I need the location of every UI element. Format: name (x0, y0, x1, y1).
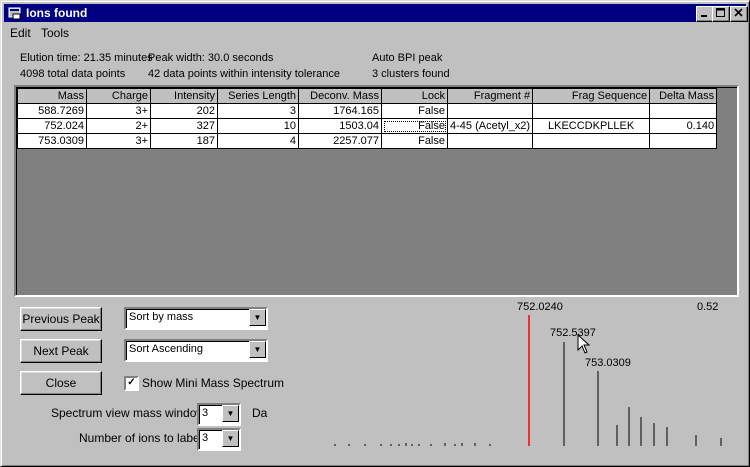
app-icon (8, 7, 21, 20)
maximize-button[interactable] (712, 6, 730, 22)
total-points-text: 4098 total data points (20, 68, 126, 80)
ions-grid[interactable]: Mass Charge Intensity Series Length Deco… (14, 85, 739, 297)
col-header-deconv-mass[interactable]: Deconv. Mass (298, 88, 382, 104)
window-title: Ions found (26, 6, 88, 20)
next-peak-button[interactable]: Next Peak (20, 339, 102, 363)
col-header-intensity[interactable]: Intensity (150, 88, 218, 104)
col-header-series-length[interactable]: Series Length (217, 88, 299, 104)
cell-delta-mass[interactable]: 0.140 (649, 118, 718, 134)
chevron-down-icon[interactable]: ▼ (249, 309, 266, 326)
cell-frag-sequence[interactable] (532, 103, 651, 119)
menu-bar: Edit Tools (4, 23, 746, 42)
cell-frag-sequence[interactable]: LKECCDKPLLEK (532, 118, 651, 134)
cell-lock[interactable]: False (381, 118, 448, 134)
maximize-icon (716, 8, 725, 17)
col-header-delta-mass[interactable]: Delta Mass (649, 88, 718, 104)
spectrum-corner-value: 0.52 (697, 301, 718, 313)
col-header-mass[interactable]: Mass (17, 88, 87, 104)
next-peak-label: Next Peak (33, 344, 89, 358)
show-mini-spectrum-label: Show Mini Mass Spectrum (142, 376, 285, 390)
table-row[interactable]: 752.024 2+ 327 10 1503.04 False 4-45 (Ac… (17, 118, 718, 134)
show-mini-spectrum-checkbox[interactable]: ✓ (124, 376, 139, 391)
ions-found-window: Ions found Edit Tools Elution time: 21.3… (0, 0, 750, 467)
cell-fragment[interactable]: 4-45 (Acetyl_x2) (446, 118, 534, 134)
cell-lock[interactable]: False (381, 103, 448, 119)
menu-edit[interactable]: Edit (10, 26, 31, 40)
close-button[interactable]: Close (20, 371, 102, 395)
cell-frag-sequence[interactable] (532, 133, 651, 149)
clusters-text: 3 clusters found (372, 68, 450, 80)
col-header-lock[interactable]: Lock (381, 88, 448, 104)
cell-intensity[interactable]: 202 (150, 103, 218, 119)
ions-to-label-label: Number of ions to label: (79, 431, 206, 445)
chevron-down-icon[interactable]: ▼ (222, 430, 239, 447)
ions-to-label-value: 3 (202, 432, 209, 444)
chevron-down-icon[interactable]: ▼ (249, 341, 266, 358)
close-window-button[interactable] (730, 6, 748, 22)
cell-charge[interactable]: 3+ (86, 133, 151, 149)
cell-series-length[interactable]: 10 (217, 118, 299, 134)
tolerance-text: 42 data points within intensity toleranc… (148, 68, 341, 80)
col-header-charge[interactable]: Charge (86, 88, 151, 104)
spectrum-label-3: 753.0309 (585, 357, 631, 369)
sort-by-value: Sort by mass (129, 311, 194, 323)
spectrum-noise-peaks (334, 443, 491, 446)
minimize-icon (701, 15, 707, 17)
cell-deconv-mass[interactable]: 2257.077 (298, 133, 382, 149)
spectrum-window-unit: Da (252, 406, 268, 420)
cell-charge[interactable]: 2+ (86, 118, 151, 134)
col-header-frag-sequence[interactable]: Frag Sequence (532, 88, 651, 104)
cell-delta-mass[interactable] (649, 133, 718, 149)
cell-mass[interactable]: 588.7269 (17, 103, 87, 119)
auto-bpi-text: Auto BPI peak (372, 52, 443, 64)
spectrum-label-2: 752.5397 (550, 327, 596, 339)
close-icon (734, 8, 743, 17)
mini-mass-spectrum: 752.0240 0.52 752.5397 753.0309 (334, 301, 722, 446)
cell-intensity[interactable]: 327 (150, 118, 218, 134)
chevron-down-icon[interactable]: ▼ (222, 405, 239, 422)
elution-time-text: Elution time: 21.35 minutes (20, 52, 153, 64)
sort-order-select[interactable]: Sort Ascending ▼ (124, 339, 268, 362)
cell-lock[interactable]: False (381, 133, 448, 149)
cell-delta-mass[interactable] (649, 103, 718, 119)
cell-deconv-mass[interactable]: 1503.04 (298, 118, 382, 134)
spectrum-label-1: 752.0240 (517, 301, 563, 313)
cell-fragment[interactable] (446, 133, 534, 149)
title-bar: Ions found (4, 4, 748, 22)
table-header-row: Mass Charge Intensity Series Length Deco… (17, 88, 718, 104)
sort-by-select[interactable]: Sort by mass ▼ (124, 307, 268, 330)
table-row[interactable]: 588.7269 3+ 202 3 1764.165 False (17, 103, 718, 119)
cell-charge[interactable]: 3+ (86, 103, 151, 119)
spectrum-window-label: Spectrum view mass window: (51, 406, 209, 420)
spectrum-window-value: 3 (202, 407, 209, 419)
table-row[interactable]: 753.0309 3+ 187 4 2257.077 False (17, 133, 718, 149)
spectrum-window-select[interactable]: 3 ▼ (197, 403, 241, 426)
cell-fragment[interactable] (446, 103, 534, 119)
previous-peak-button[interactable]: Previous Peak (20, 307, 102, 331)
cell-series-length[interactable]: 4 (217, 133, 299, 149)
previous-peak-label: Previous Peak (22, 312, 100, 326)
cell-series-length[interactable]: 3 (217, 103, 299, 119)
col-header-fragment[interactable]: Fragment # (446, 88, 534, 104)
menu-tools[interactable]: Tools (41, 26, 69, 40)
sort-order-value: Sort Ascending (129, 343, 203, 355)
ions-table: Mass Charge Intensity Series Length Deco… (17, 88, 718, 149)
close-label: Close (45, 376, 77, 390)
cell-mass[interactable]: 752.024 (17, 118, 87, 134)
cell-deconv-mass[interactable]: 1764.165 (298, 103, 382, 119)
cell-mass[interactable]: 753.0309 (17, 133, 87, 149)
cell-intensity[interactable]: 187 (150, 133, 218, 149)
ions-to-label-select[interactable]: 3 ▼ (197, 428, 241, 451)
peak-width-text: Peak width: 30.0 seconds (148, 52, 274, 64)
